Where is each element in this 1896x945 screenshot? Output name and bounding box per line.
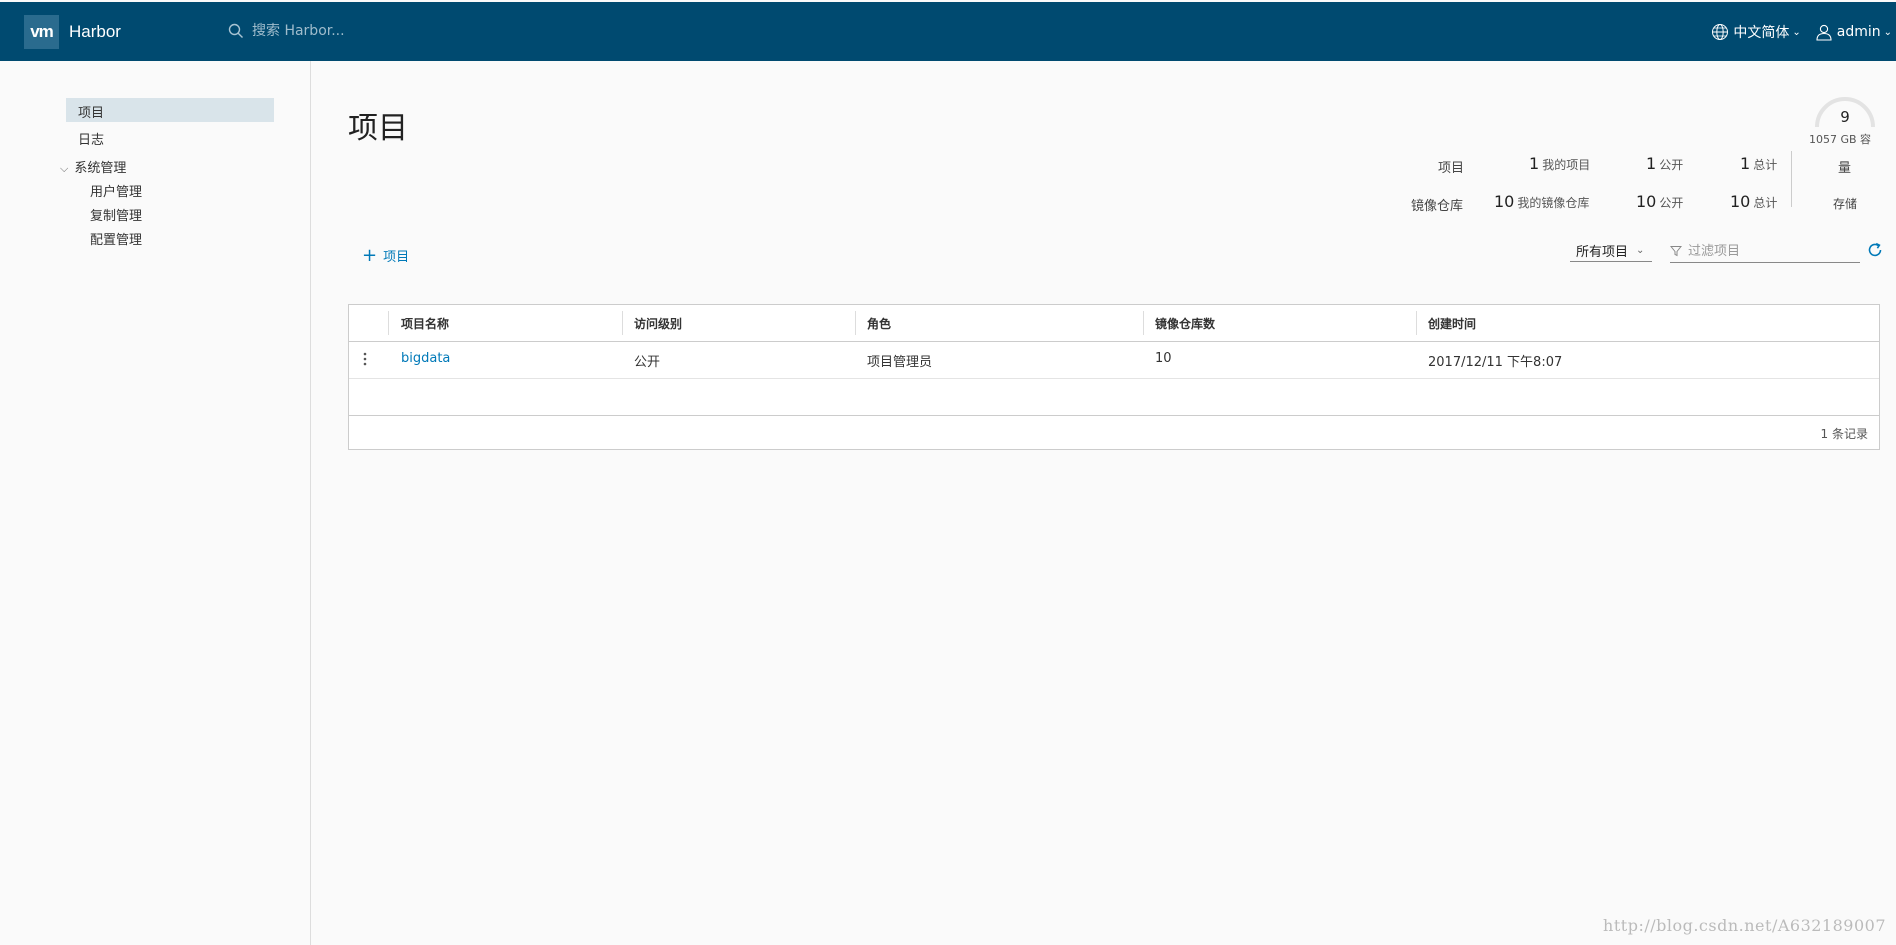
chevron-down-icon: ⌄ (1883, 26, 1892, 38)
sidebar-item-label: 日志 (78, 133, 105, 148)
sidebar-item-label: 系统管理 (74, 161, 127, 176)
sidebar: 项目 日志 ⌵ 系统管理 用户管理 复制管理 配置管理 (0, 61, 311, 945)
table-footer-count: 1 条记录 (1820, 427, 1868, 441)
column-header-role[interactable]: 角色 (867, 315, 891, 332)
project-repo-count: 10 (1155, 351, 1172, 366)
storage-value: 9 (1840, 108, 1850, 126)
page-title: 项目 (348, 111, 408, 146)
table-row: bigdata 公开 项目管理员 10 2017/12/11 下午8:07 (349, 341, 1879, 379)
column-header-access[interactable]: 访问级别 (634, 315, 682, 332)
storage-capacity: 1057 GB 容 (1809, 133, 1872, 146)
project-role: 项目管理员 (867, 355, 933, 370)
storage-capacity-cont: 量 (1838, 161, 1852, 176)
sidebar-item-label: 复制管理 (90, 209, 143, 224)
sidebar-item-label: 项目 (78, 106, 105, 121)
user-name: admin (1836, 24, 1881, 40)
column-header-created[interactable]: 创建时间 (1428, 315, 1476, 332)
project-name-link[interactable]: bigdata (401, 351, 450, 366)
watermark: http://blog.csdn.net/A632189007 (1603, 916, 1886, 935)
project-filter-input[interactable] (1686, 242, 1855, 260)
column-separator (622, 311, 623, 335)
brand-name: Harbor (69, 22, 121, 41)
storage-label: 存储 (1833, 197, 1858, 211)
vm-logo: vm (24, 15, 59, 49)
add-project-label: 项目 (383, 250, 410, 265)
plus-icon: + (362, 245, 378, 266)
summary-projects-mine: 1 我的项目 (1529, 154, 1591, 173)
user-dropdown[interactable]: admin ⌄ (1815, 23, 1892, 41)
summary-divider (1791, 151, 1792, 207)
more-vertical-icon[interactable] (363, 352, 367, 366)
language-label: 中文简体 (1733, 25, 1790, 41)
search-input[interactable] (250, 22, 514, 40)
summary-repos-mine: 10 我的镜像仓库 (1494, 192, 1590, 211)
chevron-down-icon: ⌄ (1636, 245, 1645, 256)
column-separator (1143, 311, 1144, 335)
summary-repos-public: 10 公开 (1636, 192, 1684, 211)
project-filter-select[interactable]: 所有项目 ⌄ (1570, 240, 1652, 262)
summary-projects-total: 1 总计 (1740, 154, 1778, 173)
language-dropdown[interactable]: 中文简体 ⌄ (1711, 22, 1801, 42)
column-header-repo-count[interactable]: 镜像仓库数 (1155, 315, 1215, 332)
column-separator (388, 311, 389, 335)
global-search (228, 22, 514, 40)
user-icon (1816, 24, 1832, 41)
sidebar-item-label: 用户管理 (90, 185, 143, 200)
table-empty-row (349, 379, 1879, 416)
sidebar-item-replication[interactable]: 复制管理 (90, 205, 142, 224)
chevron-down-icon: ⌄ (1792, 26, 1801, 38)
column-header-name[interactable]: 项目名称 (401, 315, 449, 332)
filter-icon (1670, 246, 1682, 257)
project-filter-field (1670, 240, 1860, 263)
table-header: 项目名称 访问级别 角色 镜像仓库数 创建时间 (349, 305, 1879, 342)
column-separator (855, 311, 856, 335)
top-navbar: vm Harbor 中文简体 ⌄ admin ⌄ (0, 2, 1896, 61)
project-access-level: 公开 (634, 355, 661, 370)
sidebar-item-configuration[interactable]: 配置管理 (90, 229, 142, 248)
sidebar-item-logs[interactable]: 日志 (78, 129, 104, 148)
add-project-button[interactable]: + 项目 (362, 245, 410, 266)
brand[interactable]: vm Harbor (24, 15, 121, 49)
chevron-down-icon: ⌵ (60, 162, 69, 175)
summary-repos-label: 镜像仓库 (1411, 199, 1464, 214)
projects-table: 项目名称 访问级别 角色 镜像仓库数 创建时间 bigdata 公开 项目管理员… (348, 304, 1880, 450)
project-created-time: 2017/12/11 下午8:07 (1428, 355, 1563, 370)
globe-icon (1712, 24, 1729, 40)
search-icon (228, 23, 243, 38)
summary-repos-total: 10 总计 (1730, 192, 1778, 211)
summary-projects-label: 项目 (1438, 161, 1465, 176)
sidebar-group-admin[interactable]: ⌵ 系统管理 (60, 157, 126, 176)
project-filter-value: 所有项目 (1576, 245, 1629, 260)
column-separator (1416, 311, 1417, 335)
sidebar-item-users[interactable]: 用户管理 (90, 181, 142, 200)
sidebar-item-label: 配置管理 (90, 233, 143, 248)
refresh-icon[interactable] (1866, 241, 1884, 259)
summary-projects-public: 1 公开 (1646, 154, 1684, 173)
sidebar-item-projects[interactable]: 项目 (66, 98, 274, 122)
